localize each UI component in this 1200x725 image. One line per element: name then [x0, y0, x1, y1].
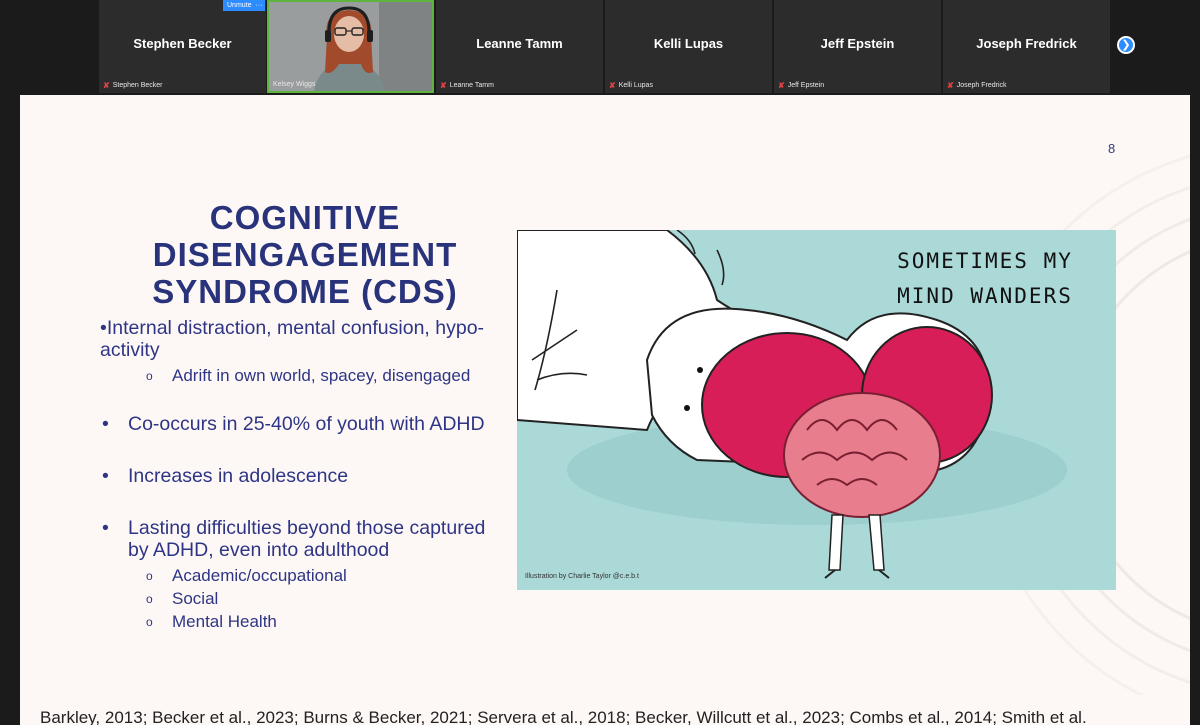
participant-tile[interactable]: Leanne Tamm ✘ Leanne Tamm: [436, 0, 603, 93]
participant-name: Jeff Epstein: [820, 36, 895, 51]
bullet-text: •Internal distraction, mental confusion,…: [100, 317, 485, 361]
sub-bullet-item: o Mental Health: [100, 610, 500, 633]
circle-bullet-icon: o: [146, 615, 153, 629]
participant-label: Kelli Lupas: [618, 82, 653, 89]
participant-footer: ✘ Leanne Tamm: [440, 81, 494, 90]
participant-name: Joseph Fredrick: [976, 36, 1077, 51]
chevron-right-icon[interactable]: ❯: [1117, 36, 1135, 54]
circle-bullet-icon: o: [146, 569, 153, 583]
bullet-item: • Co-occurs in 25-40% of youth with ADHD: [100, 413, 500, 435]
sub-bullet-text: Social: [172, 589, 219, 608]
participant-strip: Stephen Becker ✘ Stephen Becker Kelsey W…: [0, 0, 1200, 93]
mic-muted-icon: ✘: [440, 81, 447, 90]
bullet-text: Lasting difficulties beyond those captur…: [128, 517, 486, 561]
sub-bullet-item: o Social: [100, 587, 500, 610]
sub-bullet-text: Mental Health: [172, 612, 277, 631]
participant-footer: ✘ Kelli Lupas: [609, 81, 653, 90]
bullet-dot-icon: •: [102, 517, 109, 539]
title-line: SYNDROME (CDS): [152, 273, 458, 310]
mic-muted-icon: ✘: [103, 81, 110, 90]
caption-line: MIND WANDERS: [897, 284, 1073, 308]
sub-bullet-item: o Adrift in own world, spacey, disengage…: [100, 364, 500, 387]
participant-video: [269, 2, 432, 91]
bullet-dot-icon: •: [102, 413, 109, 435]
participant-tile[interactable]: Joseph Fredrick ✘ Joseph Fredrick: [943, 0, 1110, 93]
sub-bullet-text: Academic/occupational: [172, 566, 347, 585]
illustration-credit: Illustration by Charlie Taylor @c.e.b.t: [525, 573, 639, 580]
participant-tile[interactable]: Kelli Lupas ✘ Kelli Lupas: [605, 0, 772, 93]
participant-label: Kelsey Wiggs: [273, 81, 316, 88]
participant-tile[interactable]: Jeff Epstein ✘ Jeff Epstein: [774, 0, 941, 93]
sub-bullet-text: Adrift in own world, spacey, disengaged: [172, 366, 471, 385]
more-options-button[interactable]: ···: [253, 0, 265, 11]
bullet-dot-icon: •: [102, 465, 109, 487]
participant-footer: Kelsey Wiggs: [273, 81, 315, 88]
mind-wanders-illustration: SOMETIMES MY MIND WANDERS Illustration b…: [517, 230, 1116, 590]
participant-footer: ✘ Stephen Becker: [103, 81, 163, 90]
participant-name: Kelli Lupas: [653, 36, 724, 51]
mic-muted-icon: ✘: [947, 81, 954, 90]
caption-line: SOMETIMES MY: [897, 249, 1073, 273]
bullet-text: Increases in adolescence: [128, 465, 349, 487]
references-line: Barkley, 2013; Becker et al., 2023; Burn…: [40, 708, 1087, 725]
participant-footer: ✘ Jeff Epstein: [778, 81, 824, 90]
participant-tile[interactable]: Stephen Becker ✘ Stephen Becker: [99, 0, 266, 93]
participant-label: Joseph Fredrick: [956, 82, 1007, 89]
mic-muted-icon: ✘: [609, 81, 616, 90]
participant-label: Leanne Tamm: [449, 82, 494, 89]
bullet-text: Co-occurs in 25-40% of youth with ADHD: [128, 413, 485, 435]
participant-name: Stephen Becker: [133, 36, 232, 51]
participant-name: Leanne Tamm: [476, 36, 563, 51]
unmute-button[interactable]: Unmute: [223, 0, 256, 11]
bullet-list: •Internal distraction, mental confusion,…: [100, 317, 500, 633]
bullet-item: • Increases in adolescence: [100, 465, 500, 487]
sub-bullet-item: o Academic/occupational: [100, 564, 500, 587]
slide-page-number: 8: [1108, 141, 1116, 156]
bullet-item: •Internal distraction, mental confusion,…: [100, 317, 500, 361]
participant-footer: ✘ Joseph Fredrick: [947, 81, 1007, 90]
mic-muted-icon: ✘: [778, 81, 785, 90]
participant-label: Stephen Becker: [112, 82, 163, 89]
slide-title: COGNITIVE DISENGAGEMENT SYNDROME (CDS): [130, 199, 480, 310]
participant-label: Jeff Epstein: [787, 82, 825, 89]
title-line: COGNITIVE: [209, 199, 401, 236]
circle-bullet-icon: o: [146, 369, 153, 383]
circle-bullet-icon: o: [146, 592, 153, 606]
bullet-item: • Lasting difficulties beyond those capt…: [100, 517, 500, 561]
title-line: DISENGAGEMENT: [152, 236, 458, 273]
shared-slide: 8 COGNITIVE DISENGAGEMENT SYNDROME (CDS)…: [20, 95, 1190, 725]
participant-video-tile[interactable]: Kelsey Wiggs: [267, 0, 434, 93]
illustration-caption: SOMETIMES MY MIND WANDERS: [865, 244, 1105, 314]
